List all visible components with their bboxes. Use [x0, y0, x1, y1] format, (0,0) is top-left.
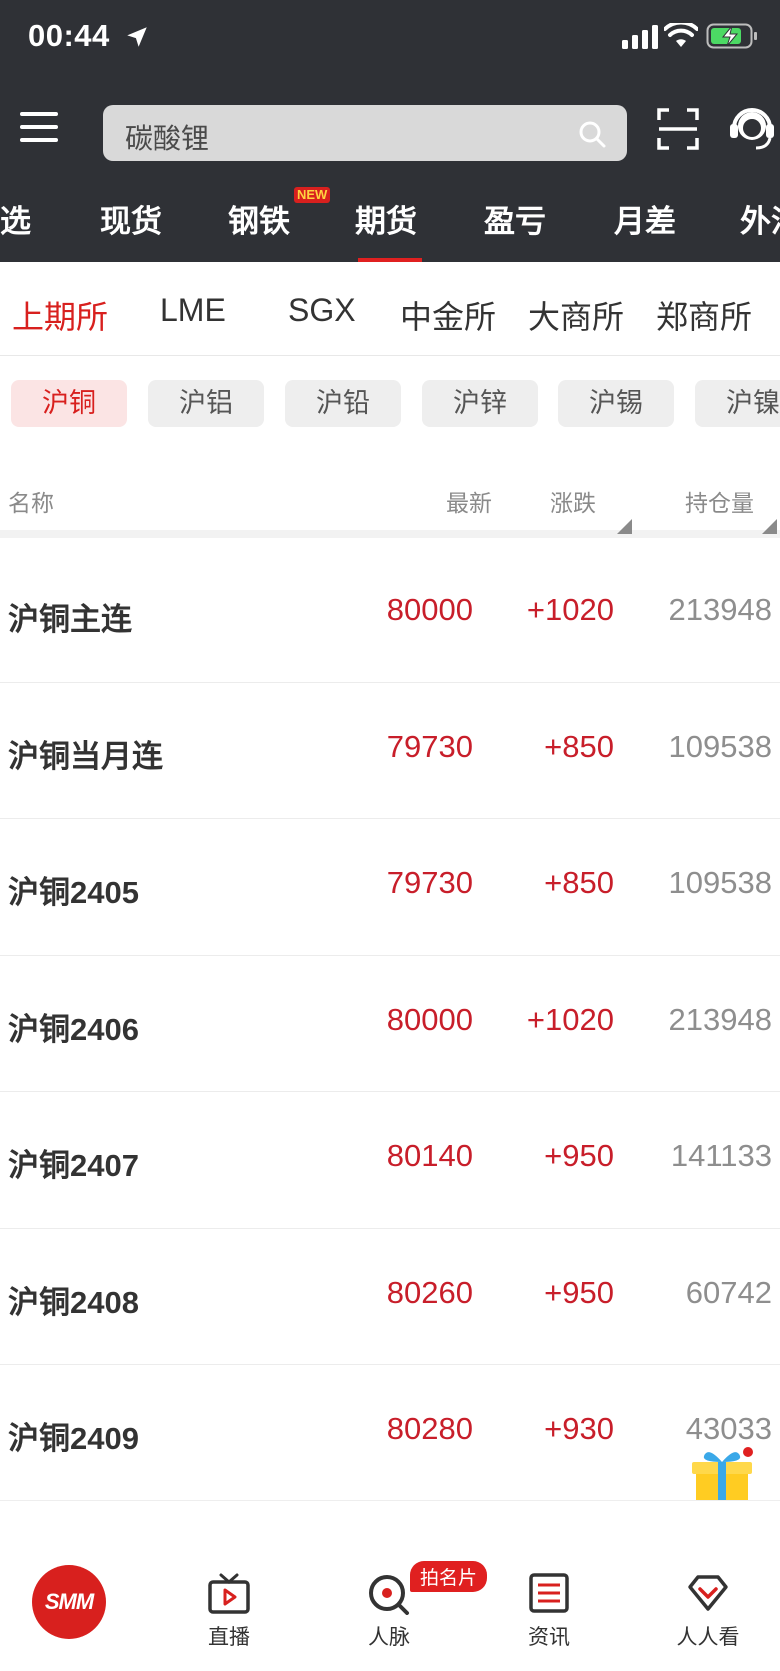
table-row[interactable]: 沪铜2406 80000 +1020 213948 — [0, 956, 780, 1092]
contract-name: 沪铜2408 — [8, 1284, 139, 1320]
status-time: 00:44 — [28, 18, 110, 53]
sort-open-interest-icon[interactable] — [762, 519, 777, 534]
menu-line — [20, 138, 58, 142]
exchange-tabs: 上期所 LME SGX 中金所 大商所 郑商所 — [0, 262, 780, 356]
new-badge: NEW — [294, 187, 331, 203]
category-tabs: 选 现货 钢铁 期货 盈亏 月差 外汇 — [0, 186, 780, 262]
open-interest: 109538 — [668, 728, 772, 764]
cellular-signal-icon — [622, 25, 658, 49]
nav-news-label: 资讯 — [528, 1625, 570, 1649]
tab-steel[interactable]: 钢铁 — [228, 196, 290, 241]
table-row[interactable]: 沪铜2405 79730 +850 109538 — [0, 819, 780, 956]
table-row[interactable]: 沪铜2407 80140 +950 141133 — [0, 1092, 780, 1229]
tab-spot[interactable]: 现货 — [100, 196, 162, 241]
nav-everyone-watch-label: 人人看 — [676, 1625, 740, 1649]
contacts-icon — [369, 1575, 409, 1615]
top-bar: 碳酸锂 — [0, 96, 780, 166]
price-change: +850 — [544, 865, 614, 900]
bottom-navigation: SMM 直播 人脉 拍名片 资讯 人人看 — [0, 1500, 780, 1671]
table-row[interactable]: 沪铜2408 80260 +950 60742 — [0, 1229, 780, 1365]
contract-name: 沪铜2409 — [8, 1421, 139, 1456]
column-change[interactable]: 涨跌 — [550, 484, 596, 518]
chip-tin[interactable]: 沪锡 — [558, 380, 674, 427]
latest-price: 79730 — [386, 728, 473, 764]
contract-name: 沪铜2407 — [8, 1148, 139, 1183]
tab-shfe[interactable]: 上期所 — [12, 292, 108, 338]
contract-name: 沪铜2405 — [8, 875, 139, 910]
price-change: +930 — [544, 1411, 614, 1446]
table-header: 名称 最新 涨跌 持仓量 — [0, 466, 780, 538]
table-row[interactable]: 沪铜2409 80280 +930 43033 — [0, 1365, 780, 1502]
tab-sgx[interactable]: SGX — [288, 292, 356, 329]
nav-news[interactable]: 资讯 — [471, 1501, 627, 1671]
price-change: +850 — [544, 728, 614, 764]
tab-czce[interactable]: 郑商所 — [656, 292, 752, 338]
price-change: +950 — [544, 1138, 614, 1173]
tab-cffex[interactable]: 中金所 — [400, 292, 496, 338]
tab-pnl[interactable]: 盈亏 — [484, 196, 546, 241]
battery-charging-icon — [706, 23, 757, 49]
nav-everyone-watch[interactable]: 人人看 — [630, 1501, 780, 1671]
contract-name: 沪铜2406 — [8, 1011, 139, 1047]
menu-button[interactable] — [20, 112, 58, 146]
tab-forex[interactable]: 外汇 — [740, 196, 780, 241]
status-bar: 00:44 — [0, 0, 780, 78]
wifi-icon — [664, 23, 698, 47]
search-bar[interactable]: 碳酸锂 — [103, 105, 627, 161]
latest-price: 80280 — [386, 1411, 473, 1446]
contract-name: 沪铜当月连 — [8, 738, 163, 774]
menu-line — [20, 112, 58, 116]
search-placeholder: 碳酸锂 — [125, 122, 210, 155]
chip-nickel[interactable]: 沪镍 — [695, 380, 780, 427]
latest-price: 80140 — [386, 1138, 473, 1173]
latest-price: 79730 — [386, 865, 473, 900]
tab-lme[interactable]: LME — [160, 292, 226, 329]
chip-aluminum[interactable]: 沪铝 — [148, 380, 264, 427]
sort-change-icon[interactable] — [617, 519, 632, 534]
column-latest[interactable]: 最新 — [446, 484, 492, 518]
latest-price: 80000 — [386, 592, 473, 627]
product-chips: 沪铜 沪铝 沪铅 沪锌 沪锡 沪镍 — [0, 380, 780, 428]
nav-live-label: 直播 — [208, 1625, 250, 1649]
tab-futures[interactable]: 期货 — [355, 196, 417, 241]
open-interest: 213948 — [668, 1001, 772, 1037]
price-change: +950 — [544, 1274, 614, 1310]
nav-live[interactable]: 直播 — [151, 1501, 307, 1671]
tab-selected[interactable]: 选 — [0, 196, 31, 241]
table-row[interactable]: 沪铜当月连 79730 +850 109538 — [0, 683, 780, 819]
tab-spread[interactable]: 月差 — [614, 196, 676, 241]
tv-play-icon — [208, 1573, 250, 1614]
chip-lead[interactable]: 沪铅 — [285, 380, 401, 427]
quote-list: 沪铜主连 80000 +1020 213948 沪铜当月连 79730 +850… — [0, 546, 780, 1502]
open-interest: 213948 — [668, 592, 772, 627]
tab-dce[interactable]: 大商所 — [528, 292, 624, 338]
location-arrow-icon — [127, 27, 147, 47]
latest-price: 80000 — [386, 1001, 473, 1037]
diamond-heart-icon — [688, 1575, 728, 1611]
scan-icon[interactable] — [657, 108, 699, 150]
table-row[interactable]: 沪铜主连 80000 +1020 213948 — [0, 546, 780, 683]
contract-name: 沪铜主连 — [8, 602, 132, 637]
open-interest: 109538 — [668, 865, 772, 900]
price-change: +1020 — [526, 1001, 614, 1037]
open-interest: 141133 — [670, 1138, 772, 1173]
chip-zinc[interactable]: 沪锌 — [422, 380, 538, 427]
latest-price: 80260 — [386, 1274, 473, 1310]
open-interest: 43033 — [685, 1411, 772, 1446]
column-open-interest[interactable]: 持仓量 — [685, 484, 754, 518]
column-name: 名称 — [8, 491, 54, 517]
smm-logo-button[interactable]: SMM — [32, 1565, 106, 1639]
customer-service-icon[interactable] — [726, 102, 778, 154]
nav-contacts-label: 人脉 — [368, 1625, 410, 1649]
chip-copper[interactable]: 沪铜 — [11, 380, 127, 427]
news-icon — [529, 1573, 569, 1613]
menu-line — [20, 125, 58, 129]
search-icon[interactable] — [577, 119, 607, 149]
price-change: +1020 — [526, 592, 614, 627]
app-header: 00:44 碳酸锂 选 现货 钢铁 期货 盈亏 月差 外 NEW — [0, 0, 780, 262]
open-interest: 60742 — [685, 1274, 772, 1310]
